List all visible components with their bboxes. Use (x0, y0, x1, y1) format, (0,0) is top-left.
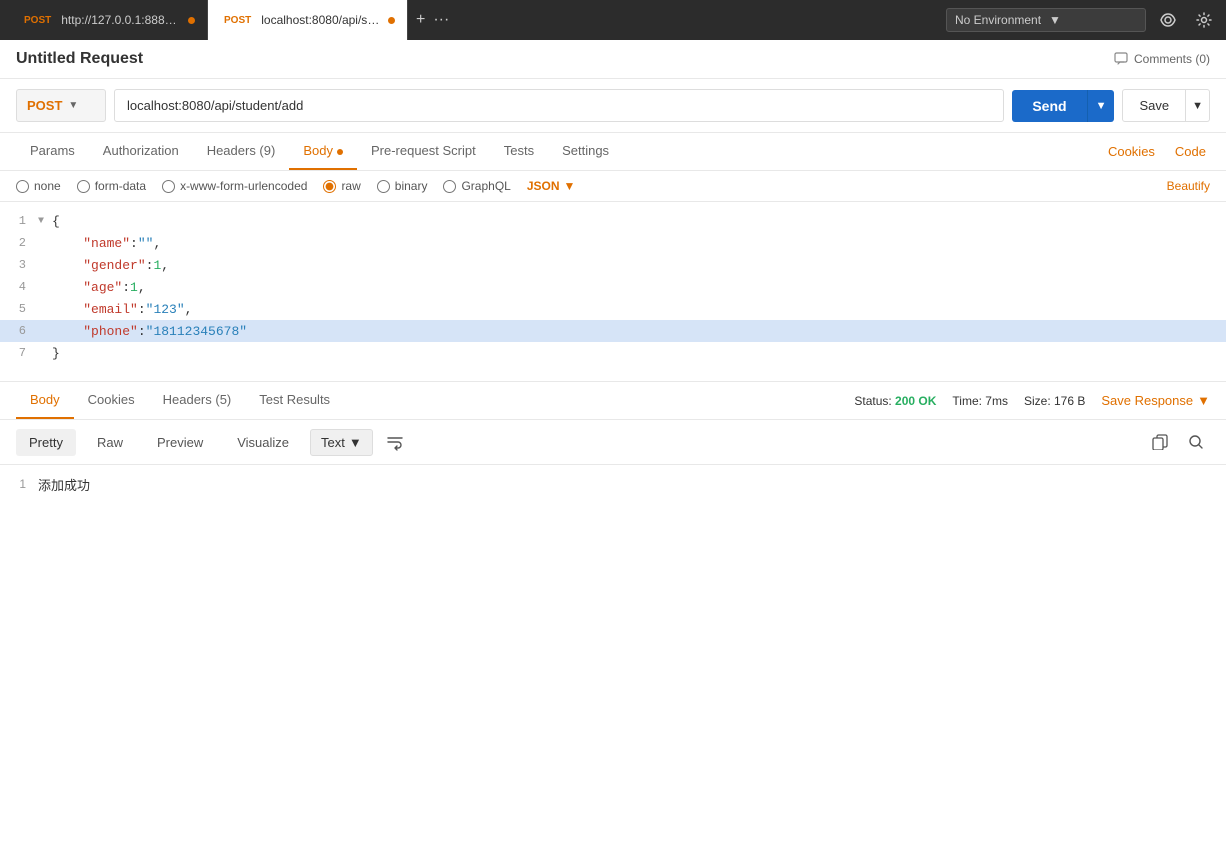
cookies-link[interactable]: Cookies (1104, 134, 1159, 169)
text-format-chevron-icon: ▼ (349, 435, 362, 450)
radio-graphql[interactable]: GraphQL (443, 179, 510, 193)
save-chevron-button[interactable]: ▼ (1186, 89, 1210, 122)
method-chevron-icon: ▼ (68, 100, 78, 111)
environment-select[interactable]: No Environment ▼ (946, 8, 1146, 32)
method-label: POST (27, 98, 62, 113)
status-label: Status: 200 OK (854, 394, 936, 408)
tab-params[interactable]: Params (16, 133, 89, 170)
tab-prerequest[interactable]: Pre-request Script (357, 133, 490, 170)
radio-none[interactable]: none (16, 179, 61, 193)
tab-body[interactable]: Body (289, 133, 357, 170)
tab2-url: localhost:8080/api/student/add (261, 13, 382, 27)
eye-icon[interactable] (1154, 6, 1182, 34)
code-line-3: 3 "gender":1, (0, 254, 1226, 276)
radio-binary[interactable]: binary (377, 179, 428, 193)
tab-1[interactable]: POST http://127.0.0.1:8888/api/priva... (8, 0, 208, 40)
resp-line-1: 1 添加成功 (0, 473, 1226, 495)
response-body: 1 添加成功 (0, 465, 1226, 565)
method-select[interactable]: POST ▼ (16, 89, 106, 122)
response-meta: Status: 200 OK Time: 7ms Size: 176 B Sav… (854, 393, 1210, 408)
time-label: Time: 7ms (952, 394, 1008, 408)
send-button[interactable]: Send (1012, 90, 1086, 122)
code-line-7: 7 } (0, 342, 1226, 364)
tab-tests[interactable]: Tests (490, 133, 548, 170)
code-line-4: 4 "age":1, (0, 276, 1226, 298)
format-visualize-button[interactable]: Visualize (224, 429, 302, 456)
tab1-dot (188, 17, 195, 24)
response-actions (1146, 428, 1210, 456)
response-section: Body Cookies Headers (5) Test Results St… (0, 382, 1226, 565)
response-tabs-bar: Body Cookies Headers (5) Test Results St… (0, 382, 1226, 420)
env-chevron-icon: ▼ (1049, 13, 1137, 27)
url-bar: POST ▼ Send ▼ Save ▼ (0, 79, 1226, 133)
tab1-method: POST (20, 14, 55, 27)
tab2-method: POST (220, 14, 255, 27)
tab2-dot (388, 17, 395, 24)
add-tab-button[interactable]: + (416, 11, 425, 29)
save-button-group: Save ▼ (1122, 89, 1210, 122)
save-response-chevron-icon: ▼ (1197, 393, 1210, 408)
resp-tab-cookies[interactable]: Cookies (74, 382, 149, 419)
send-chevron-button[interactable]: ▼ (1087, 90, 1115, 122)
settings-icon[interactable] (1190, 6, 1218, 34)
resp-content-1: 添加成功 (38, 475, 90, 494)
comments-label: Comments (0) (1134, 52, 1210, 66)
request-title: Untitled Request (16, 50, 1114, 68)
save-button[interactable]: Save (1122, 89, 1186, 122)
time-value: 7ms (985, 394, 1008, 408)
radio-raw[interactable]: raw (323, 179, 360, 193)
search-icon[interactable] (1182, 428, 1210, 456)
tab-authorization[interactable]: Authorization (89, 133, 193, 170)
json-type-dropdown[interactable]: JSON ▼ (527, 179, 576, 193)
tab-headers[interactable]: Headers (9) (193, 133, 290, 170)
tab1-url: http://127.0.0.1:8888/api/priva... (61, 13, 182, 27)
tab-actions: + ··· (408, 0, 457, 40)
comments-button[interactable]: Comments (0) (1114, 52, 1210, 66)
request-body-editor[interactable]: 1 ▼ { 2 "name":"", 3 "gender":1, 4 "age"… (0, 202, 1226, 382)
more-tabs-button[interactable]: ··· (433, 11, 449, 29)
top-right-controls: No Environment ▼ (946, 6, 1218, 34)
size-value: 176 B (1054, 394, 1085, 408)
body-type-bar: none form-data x-www-form-urlencoded raw… (0, 171, 1226, 202)
format-pretty-button[interactable]: Pretty (16, 429, 76, 456)
json-chevron-icon: ▼ (564, 179, 576, 193)
request-title-bar: Untitled Request Comments (0) (0, 40, 1226, 79)
text-format-label: Text (321, 435, 345, 450)
request-tabs: Params Authorization Headers (9) Body Pr… (0, 133, 1226, 171)
format-preview-button[interactable]: Preview (144, 429, 216, 456)
code-line-5: 5 "email":"123", (0, 298, 1226, 320)
text-format-dropdown[interactable]: Text ▼ (310, 429, 373, 456)
save-response-button[interactable]: Save Response ▼ (1101, 393, 1210, 408)
response-format-bar: Pretty Raw Preview Visualize Text ▼ (0, 420, 1226, 465)
code-line-2: 2 "name":"", (0, 232, 1226, 254)
size-label: Size: 176 B (1024, 394, 1085, 408)
url-input[interactable] (114, 89, 1004, 122)
json-label: JSON (527, 179, 560, 193)
radio-form-data[interactable]: form-data (77, 179, 146, 193)
code-line-6: 6 "phone":"18112345678" (0, 320, 1226, 342)
copy-icon[interactable] (1146, 428, 1174, 456)
save-response-label: Save Response (1101, 393, 1193, 408)
resp-tab-headers[interactable]: Headers (5) (149, 382, 246, 419)
format-raw-button[interactable]: Raw (84, 429, 136, 456)
tab-2[interactable]: POST localhost:8080/api/student/add (208, 0, 408, 40)
tab-strip: POST http://127.0.0.1:8888/api/priva... … (8, 0, 946, 40)
tab-settings[interactable]: Settings (548, 133, 623, 170)
status-value: 200 OK (895, 394, 936, 408)
beautify-button[interactable]: Beautify (1167, 179, 1210, 193)
resp-tab-test-results[interactable]: Test Results (245, 382, 344, 419)
code-line-1: 1 ▼ { (0, 210, 1226, 232)
top-bar: POST http://127.0.0.1:8888/api/priva... … (0, 0, 1226, 40)
send-button-group: Send ▼ (1012, 90, 1114, 122)
radio-urlencoded[interactable]: x-www-form-urlencoded (162, 179, 307, 193)
resp-tab-body[interactable]: Body (16, 382, 74, 419)
env-label: No Environment (955, 13, 1043, 27)
code-link[interactable]: Code (1171, 134, 1210, 169)
wrap-icon[interactable] (381, 428, 409, 456)
tab-right-actions: Cookies Code (1104, 134, 1210, 169)
